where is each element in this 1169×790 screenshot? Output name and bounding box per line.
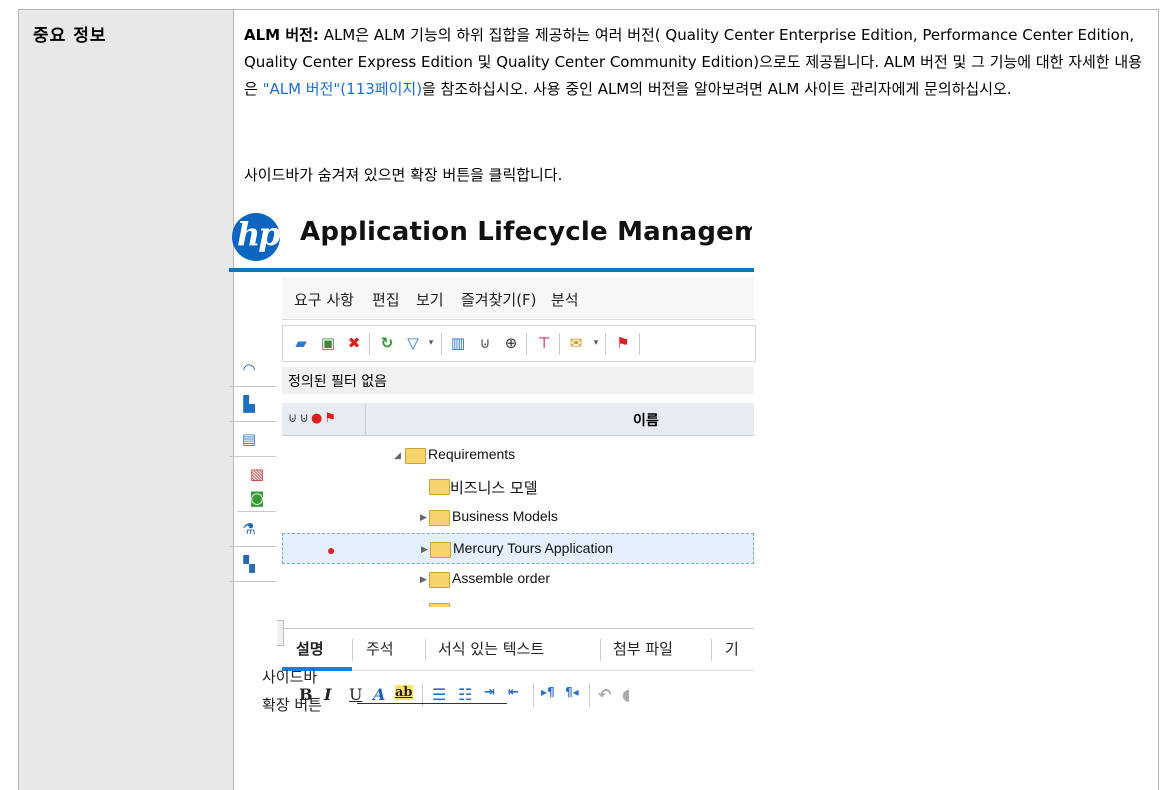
bullet-list-icon[interactable]: ☰ [432,685,446,704]
folder-icon [405,448,426,464]
refresh-icon[interactable]: ↻ [378,334,396,352]
tree-row-business-model-kr[interactable]: 비즈니스 모델 [282,471,754,502]
filter-status-bar: 정의된 필터 없음 [282,367,754,394]
requirements-icon[interactable]: ▤ [229,422,276,457]
folder-icon [429,603,450,607]
tab-rich-text[interactable]: 서식 있는 텍스트 [438,638,544,659]
expand-arrow-icon[interactable]: ▶ [420,574,427,585]
alm-editions-paragraph: ALM 버전: ALM은 ALM 기능의 하위 집합을 제공하는 여러 버전( … [244,22,1149,103]
flag-icon[interactable]: ⚑ [614,334,632,352]
alm-editions-text-end: 을 참조하십시오. 사용 중인 ALM의 버전을 알아보려면 ALM 사이트 관… [422,80,1012,98]
callout-leader-line [357,703,507,704]
alm-editions-term: ALM 버전: [244,26,319,44]
filter-status-text: 정의된 필터 없음 [288,374,388,390]
test-lab-icon[interactable]: ⚗ [229,512,276,547]
toolbar: ▰ ▣ ✖ ↻ ▽ ▾ ▥ ⊍ ⊕ ⊤ ✉ ▾ ⚑ [282,325,756,362]
mail-icon[interactable]: ✉ [567,334,585,352]
rtl-icon[interactable]: ¶◂ [565,685,579,699]
requirements-module: 요구 사항 편집 보기 즐겨찾기(F) 분석 ▰ ▣ ✖ ↻ ▽ ▾ ▥ ⊍ ⊕… [282,277,756,745]
find-icon[interactable]: ⊕ [502,334,520,352]
flag-col-icon[interactable]: ⚑ [324,411,338,426]
outdent-icon[interactable]: ⇤ [508,685,519,700]
collapse-arrow-icon[interactable]: ◢ [394,450,401,461]
highlight-button[interactable]: ab [395,685,413,700]
select-columns-icon[interactable]: ▥ [449,334,467,352]
filter-icon[interactable]: ▽ [404,334,422,352]
font-color-button[interactable]: A [373,685,385,704]
expand-arrow-icon[interactable]: ▶ [420,512,427,523]
hp-logo: hp [232,213,280,261]
menu-view[interactable]: 보기 [416,289,444,310]
new-folder-icon[interactable]: ▰ [292,334,310,352]
table-left-column: 중요 정보 [19,10,234,790]
redo-icon[interactable]: ◖ [622,685,630,704]
details-tabs: 설명 주석 서식 있는 텍스트 첨부 파일 기 [282,628,754,671]
attachment-icon[interactable]: ⊍ [476,334,494,352]
menu-requirements[interactable]: 요구 사항 [294,289,354,310]
alm-screenshot: hp Application Lifecycle Management ◠ ▙ … [229,200,756,745]
grid-column-header: ⊍⊍●⚑ 이름 [282,403,754,436]
tab-attachments[interactable]: 첨부 파일 [613,638,673,659]
alert-bell-icon[interactable]: ● [327,542,335,558]
tab-comments[interactable]: 주석 [366,638,394,659]
name-column-header[interactable]: 이름 [633,410,659,430]
undo-icon[interactable]: ↶ [598,685,611,704]
new-requirement-icon[interactable]: ▣ [319,334,337,352]
tab-description[interactable]: 설명 [296,638,324,659]
italic-button[interactable]: I [324,685,331,704]
format-toolbar: B I U A ab ☰ ☷ ⇥ ⇤ ▸¶ ¶◂ ↶ ◖ [282,672,754,714]
mail-dropdown-icon[interactable]: ▾ [587,334,605,352]
app-title: Application Lifecycle Management [300,217,752,247]
folder-icon [429,479,450,495]
analysis-icon[interactable]: ▙ [229,387,276,422]
menu-analysis[interactable]: 분석 [551,289,579,310]
tab-more[interactable]: 기 [725,638,739,659]
alm-editions-link[interactable]: "ALM 버전"(113페이지) [263,80,422,98]
ltr-icon[interactable]: ▸¶ [541,685,555,699]
alert-col-icon[interactable]: ● [311,411,324,426]
callout-label-line2: 확장 버튼 [262,696,322,714]
column-icons: ⊍⊍●⚑ [288,411,338,426]
test-resources-icon[interactable]: ◙ [237,487,276,512]
tree-row-requirements[interactable]: ◢ Requirements [282,440,754,471]
numbered-list-icon[interactable]: ☷ [458,685,472,704]
header-divider [229,268,754,272]
underline-button[interactable]: U [349,685,362,704]
tree-row-mercury-tours[interactable]: ● ▶ Mercury Tours Application [282,533,754,564]
defects-icon[interactable]: ▚ [229,547,276,582]
delete-icon[interactable]: ✖ [345,334,363,352]
folder-icon [429,510,450,526]
folder-icon [430,542,451,558]
dashboard-icon[interactable]: ◠ [229,352,276,387]
menu-edit[interactable]: 편집 [372,289,400,310]
sidebar-hint-paragraph: 사이드바가 숨겨져 있으면 확장 버튼을 클릭합니다. [244,166,563,184]
expand-arrow-icon[interactable]: ▶ [421,544,428,555]
tree-row-business-models[interactable]: ▶ Business Models [282,502,754,533]
tree-row-partial [282,595,754,607]
tree-row-assemble-order[interactable]: ▶ Assemble order [282,564,754,595]
menu-favorites[interactable]: 즐겨찾기(F) [461,289,537,310]
filter-dropdown-icon[interactable]: ▾ [422,334,440,352]
important-info-label: 중요 정보 [33,26,107,46]
attachment-col-icon[interactable]: ⊍⊍ [288,411,311,426]
pin-icon[interactable]: ⊤ [535,334,553,352]
test-plan-icon[interactable]: ▧ [237,457,276,487]
callout-label-line1: 사이드바 [262,668,318,686]
indent-icon[interactable]: ⇥ [484,685,495,700]
folder-icon [429,572,450,588]
menu-bar: 요구 사항 편집 보기 즐겨찾기(F) 분석 [282,277,754,320]
